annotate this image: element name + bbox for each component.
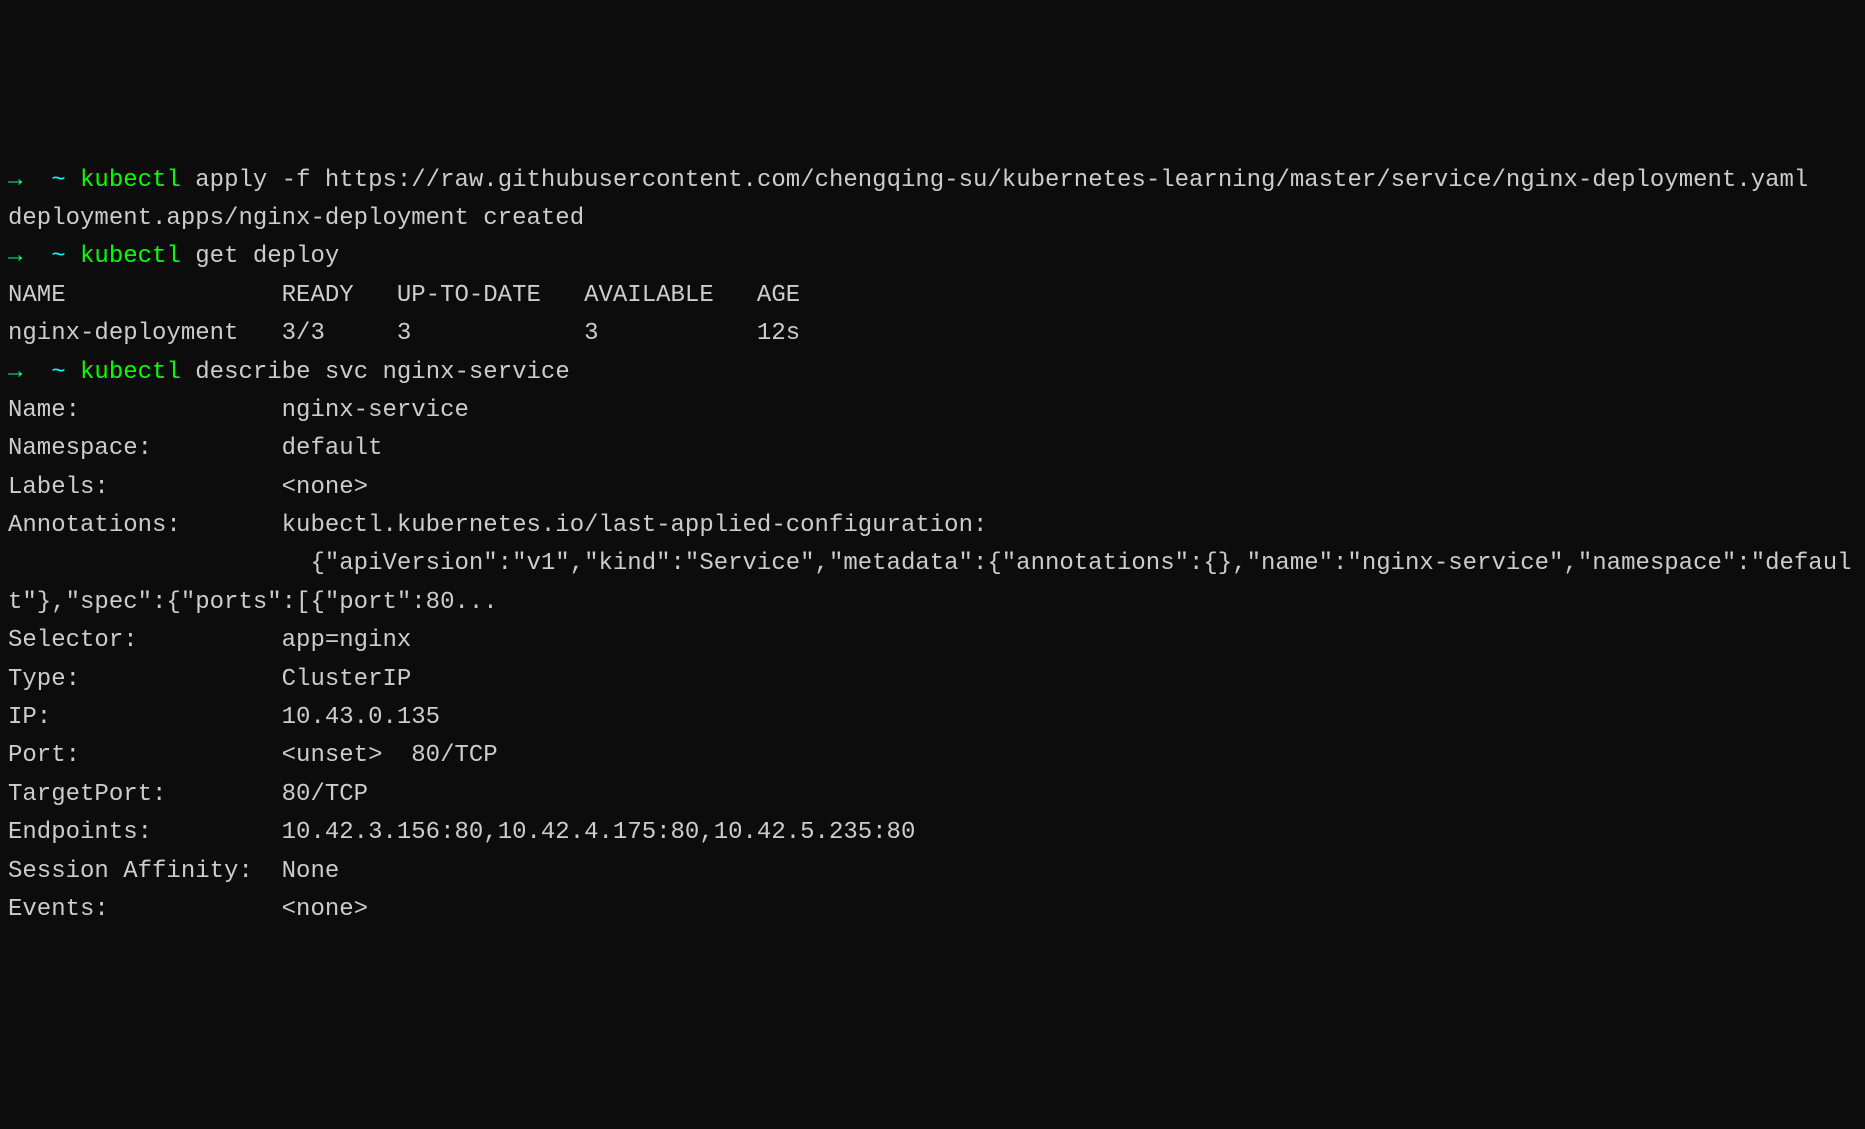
field-value: 10.43.0.135 xyxy=(282,704,440,731)
command-line-1: → ~ kubectl apply -f https://raw.githubu… xyxy=(8,162,1857,200)
svc-annotations-json: {"apiVersion":"v1","kind":"Service","met… xyxy=(8,545,1857,622)
output-line: deployment.apps/nginx-deployment created xyxy=(8,200,1857,238)
svc-namespace: Namespace: default xyxy=(8,430,1857,468)
svc-endpoints: Endpoints: 10.42.3.156:80,10.42.4.175:80… xyxy=(8,814,1857,852)
prompt-tilde: ~ xyxy=(51,359,65,386)
svc-port: Port: <unset> 80/TCP xyxy=(8,737,1857,775)
command-args: describe svc nginx-service xyxy=(181,359,570,386)
svc-ip: IP: 10.43.0.135 xyxy=(8,699,1857,737)
terminal-output[interactable]: → ~ kubectl apply -f https://raw.githubu… xyxy=(8,162,1857,930)
kubectl-command: kubectl xyxy=(80,243,181,270)
svc-targetport: TargetPort: 80/TCP xyxy=(8,776,1857,814)
field-label: IP: xyxy=(8,704,51,731)
prompt-arrow-icon: → xyxy=(8,243,22,270)
kubectl-command: kubectl xyxy=(80,167,181,194)
table-header: NAME READY UP-TO-DATE AVAILABLE AGE xyxy=(8,277,1857,315)
field-label: Events: xyxy=(8,896,109,923)
svc-type: Type: ClusterIP xyxy=(8,661,1857,699)
field-value: nginx-service xyxy=(282,397,469,424)
command-line-3: → ~ kubectl describe svc nginx-service xyxy=(8,354,1857,392)
field-value: ClusterIP xyxy=(282,666,412,693)
table-row: nginx-deployment 3/3 3 3 12s xyxy=(8,315,1857,353)
field-value: 80/TCP xyxy=(282,781,368,808)
svc-labels: Labels: <none> xyxy=(8,469,1857,507)
command-args: apply -f https://raw.githubusercontent.c… xyxy=(181,167,1808,194)
prompt-tilde: ~ xyxy=(51,243,65,270)
svc-annotations: Annotations: kubectl.kubernetes.io/last-… xyxy=(8,507,1857,545)
field-value: None xyxy=(282,858,340,885)
svc-session-affinity: Session Affinity: None xyxy=(8,853,1857,891)
field-label: Labels: xyxy=(8,474,109,501)
field-value: 10.42.3.156:80,10.42.4.175:80,10.42.5.23… xyxy=(282,819,916,846)
kubectl-command: kubectl xyxy=(80,359,181,386)
field-label: Endpoints: xyxy=(8,819,152,846)
field-label: Namespace: xyxy=(8,435,152,462)
field-value: default xyxy=(282,435,383,462)
field-label: Name: xyxy=(8,397,80,424)
field-label: Port: xyxy=(8,742,80,769)
svc-events: Events: <none> xyxy=(8,891,1857,929)
field-value: <unset> 80/TCP xyxy=(282,742,498,769)
field-value: kubectl.kubernetes.io/last-applied-confi… xyxy=(282,512,988,539)
command-args: get deploy xyxy=(181,243,339,270)
field-label: Annotations: xyxy=(8,512,181,539)
command-line-2: → ~ kubectl get deploy xyxy=(8,238,1857,276)
prompt-tilde: ~ xyxy=(51,167,65,194)
field-label: TargetPort: xyxy=(8,781,166,808)
field-value: <none> xyxy=(282,474,368,501)
field-label: Session Affinity: xyxy=(8,858,253,885)
prompt-arrow-icon: → xyxy=(8,167,22,194)
svc-name: Name: nginx-service xyxy=(8,392,1857,430)
field-value: app=nginx xyxy=(282,627,412,654)
field-label: Selector: xyxy=(8,627,138,654)
field-label: Type: xyxy=(8,666,80,693)
prompt-arrow-icon: → xyxy=(8,359,22,386)
svc-selector: Selector: app=nginx xyxy=(8,622,1857,660)
field-value: <none> xyxy=(282,896,368,923)
